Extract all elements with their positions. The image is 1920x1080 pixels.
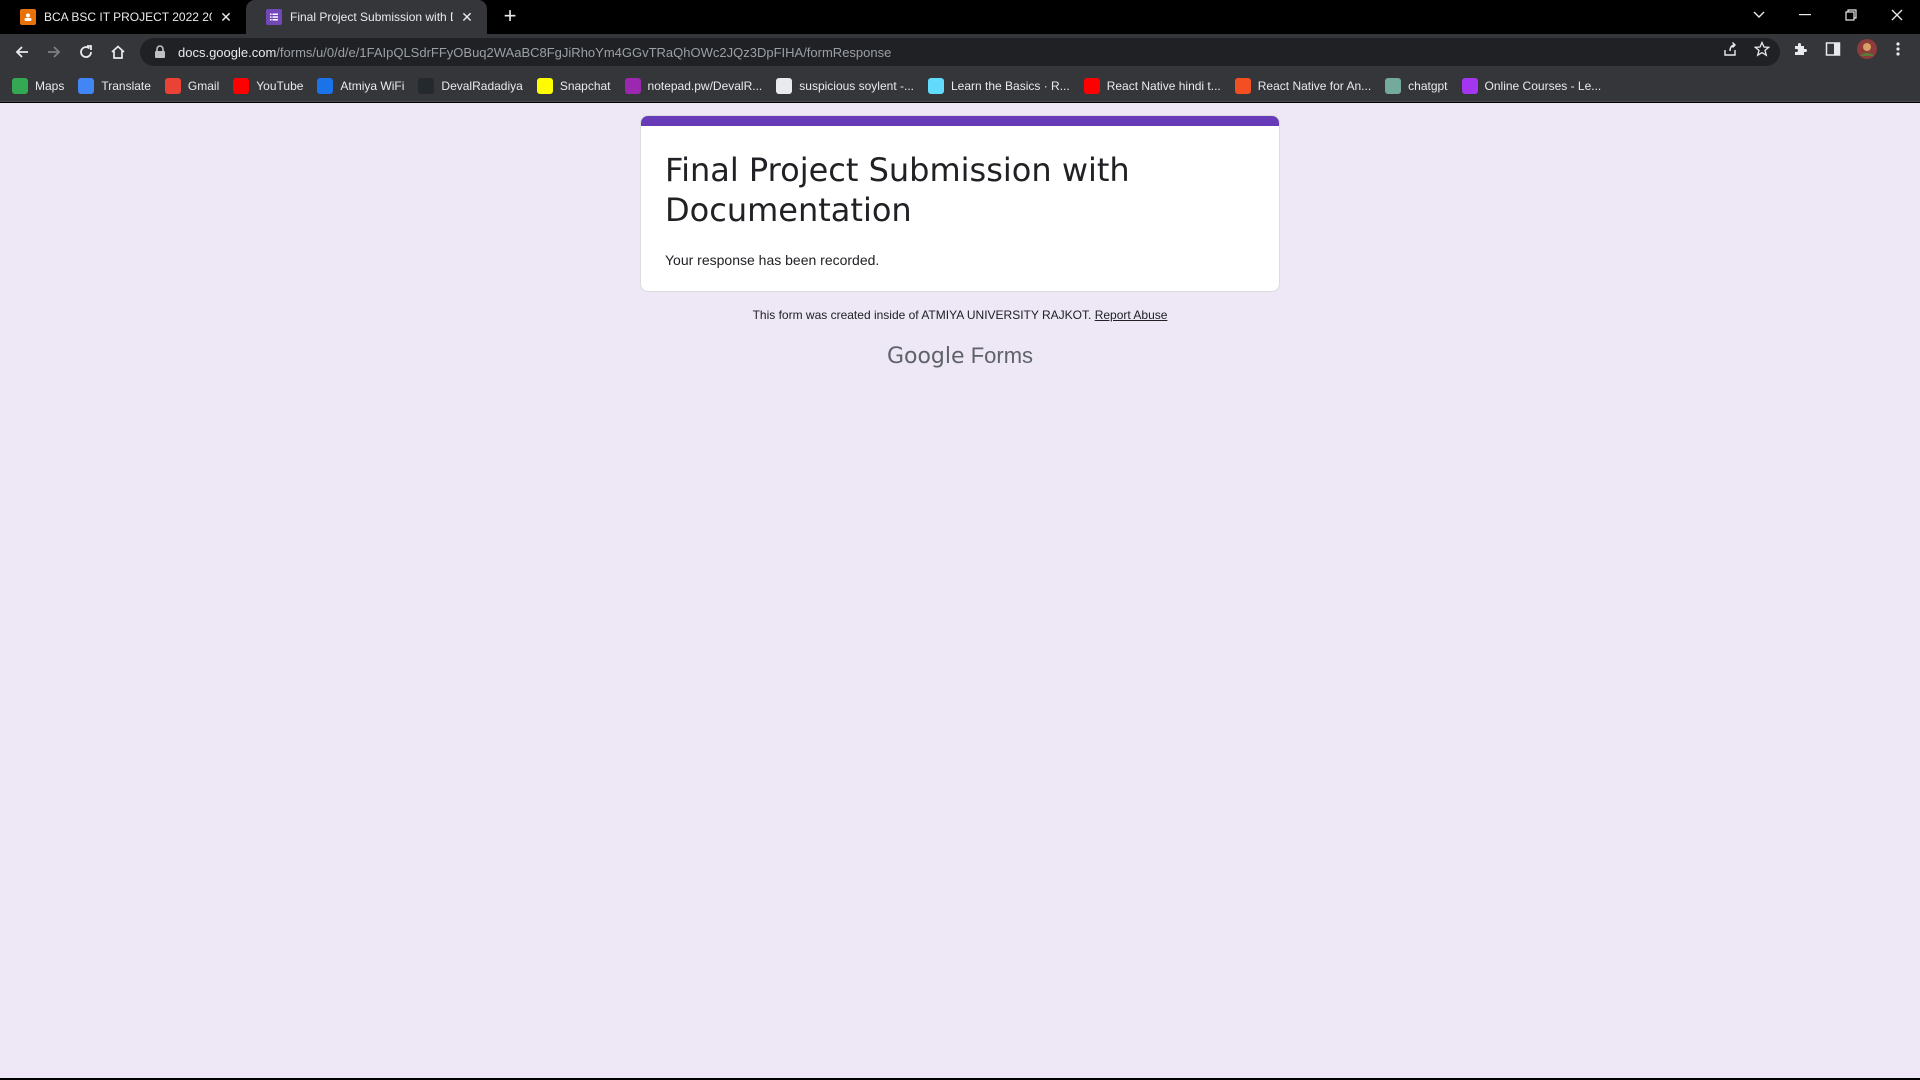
glitch-icon (776, 77, 793, 94)
google-classroom-icon (20, 9, 36, 25)
microsoft-icon (1234, 77, 1251, 94)
bookmark-item[interactable]: Translate (78, 77, 151, 94)
bookmark-item[interactable]: Snapchat (536, 77, 611, 94)
google-forms-icon (266, 9, 282, 25)
bookmark-item[interactable]: DevalRadadiya (418, 77, 523, 94)
bookmark-label: React Native hindi t... (1106, 78, 1221, 93)
restore-icon[interactable] (1828, 0, 1874, 30)
bookmark-item[interactable]: Atmiya WiFi (317, 77, 405, 94)
bookmark-item[interactable]: Gmail (164, 77, 220, 94)
window-close-icon[interactable] (1874, 0, 1920, 30)
bookmark-label: chatgpt (1408, 78, 1448, 93)
back-arrow-icon[interactable] (8, 38, 36, 66)
tab-search-icon[interactable] (1736, 0, 1782, 30)
form-page: Final Project Submission with Documentat… (0, 103, 1920, 1078)
confirmation-message: Your response has been recorded. (665, 252, 880, 268)
tab-classroom[interactable]: BCA BSC IT PROJECT 2022 2023 ✕ (0, 0, 246, 34)
gmail-icon (164, 77, 181, 94)
bookmark-label: Online Courses - Le... (1484, 78, 1602, 93)
profile-avatar[interactable] (1857, 39, 1877, 59)
footer-note: This form was created inside of ATMIYA U… (0, 308, 1920, 322)
form-title: Final Project Submission with Documentat… (665, 151, 1130, 229)
google-forms-logo[interactable]: Google Forms (0, 343, 1920, 369)
tab-strip: BCA BSC IT PROJECT 2022 2023 ✕ Final Pro… (0, 0, 1920, 34)
bookmark-item[interactable]: Maps (12, 77, 65, 94)
bookmark-item[interactable]: React Native hindi t... (1083, 77, 1221, 94)
url-text: docs.google.com/forms/u/0/d/e/1FAIpQLSdr… (178, 45, 891, 60)
bookmark-label: Gmail (187, 78, 220, 93)
maps-icon (12, 77, 28, 94)
tab-title: BCA BSC IT PROJECT 2022 2023 (44, 10, 212, 24)
browser-toolbar: docs.google.com/forms/u/0/d/e/1FAIpQLSdr… (0, 34, 1920, 70)
card-accent-bar (641, 116, 1279, 126)
bookmark-label: DevalRadadiya (441, 78, 523, 93)
confirmation-card: Final Project Submission with Documentat… (640, 115, 1280, 292)
atmiya-icon (317, 77, 334, 94)
bookmark-item[interactable]: suspicious soylent -... (776, 77, 914, 94)
extensions-puzzle-icon[interactable] (1792, 41, 1808, 57)
bookmarks-bar: Maps Translate Gmail YouTube Atmiya WiFi Deva… (0, 70, 1920, 102)
bookmark-label: suspicious soylent -... (799, 78, 914, 93)
youtube-icon (1083, 77, 1100, 94)
bookmark-item[interactable]: Online Courses - Le... (1461, 77, 1602, 94)
tab-title: Final Project Submission with Do (290, 10, 453, 24)
snapchat-icon (536, 77, 553, 94)
minimize-icon[interactable] (1782, 0, 1828, 30)
url-path: /forms/u/0/d/e/1FAIpQLSdrFFyOBuq2WAaBC8F… (276, 44, 892, 60)
bookmark-item[interactable]: Learn the Basics · R... (927, 77, 1070, 94)
bookmark-item[interactable]: React Native for An... (1234, 77, 1372, 94)
tab-close-icon[interactable]: ✕ (218, 9, 234, 25)
new-tab-button[interactable]: + (498, 5, 522, 29)
bookmark-label: Atmiya WiFi (340, 78, 405, 93)
bookmark-label: YouTube (256, 78, 304, 93)
lock-icon[interactable] (154, 45, 168, 59)
bookmark-item[interactable]: YouTube (233, 77, 304, 94)
notepad-icon (624, 77, 641, 94)
share-icon[interactable] (1722, 41, 1738, 57)
home-icon[interactable] (104, 38, 132, 66)
brand-google: Google (886, 344, 965, 369)
url-host: docs.google.com (178, 44, 277, 60)
bookmark-label: React Native for An... (1257, 78, 1372, 93)
footer-text: This form was created inside of ATMIYA U… (752, 308, 1092, 322)
bookmark-star-icon[interactable] (1754, 41, 1770, 57)
kebab-menu-icon[interactable] (1890, 41, 1906, 57)
translate-icon (78, 77, 95, 94)
bookmark-item[interactable]: notepad.pw/DevalR... (624, 77, 763, 94)
bookmark-label: Maps (35, 78, 65, 93)
udemy-icon (1461, 77, 1478, 94)
forward-arrow-icon[interactable] (40, 38, 68, 66)
bookmark-label: notepad.pw/DevalR... (647, 78, 763, 93)
github-icon (418, 77, 435, 94)
youtube-icon (233, 77, 250, 94)
bookmark-item[interactable]: chatgpt (1385, 77, 1448, 94)
report-abuse-link[interactable]: Report Abuse (1095, 308, 1168, 322)
chatgpt-icon (1385, 77, 1402, 94)
side-panel-icon[interactable] (1825, 41, 1841, 57)
reload-icon[interactable] (72, 38, 100, 66)
bookmark-label: Translate (101, 78, 151, 93)
bookmark-label: Learn the Basics · R... (950, 78, 1070, 93)
tab-forms[interactable]: Final Project Submission with Do ✕ (246, 0, 487, 34)
address-bar[interactable]: docs.google.com/forms/u/0/d/e/1FAIpQLSdr… (140, 38, 1780, 66)
react-icon (927, 77, 944, 94)
bookmark-label: Snapchat (559, 78, 611, 93)
tab-close-icon[interactable]: ✕ (459, 9, 475, 25)
brand-forms: Forms (970, 343, 1034, 368)
